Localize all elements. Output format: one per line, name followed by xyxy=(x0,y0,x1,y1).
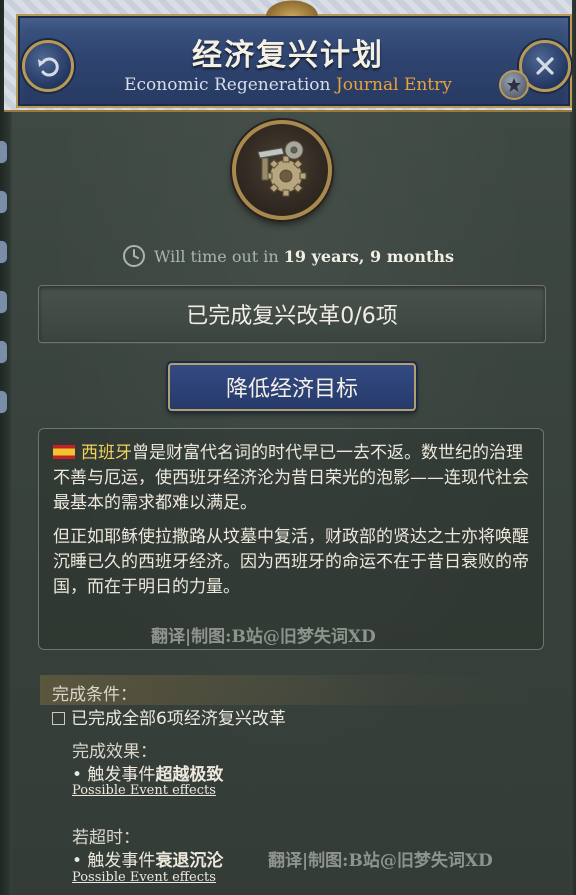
timeout-text: Will time out in 19 years, 9 months xyxy=(154,247,454,266)
close-icon xyxy=(536,57,554,75)
progress-status-bar[interactable]: 已完成复兴改革0/6项 xyxy=(38,285,546,343)
side-tab-marker[interactable] xyxy=(0,290,8,314)
clock-icon xyxy=(122,245,145,267)
timeout-effect-item: • 触发事件衰退沉沦 xyxy=(72,846,223,871)
completion-effects-header: 完成效果： xyxy=(72,742,157,762)
page-title: 经济复兴计划 xyxy=(192,38,384,73)
completion-requirement[interactable]: 已完成全部6项经济复兴改革 xyxy=(52,704,286,729)
possible-event-effects-link[interactable]: Possible Event effects xyxy=(72,783,216,798)
timeout-prefix: Will time out in xyxy=(153,246,284,266)
effect-line-text: • 触发事件 xyxy=(72,765,156,785)
crown-ornament-icon xyxy=(262,0,322,16)
back-arrow-icon xyxy=(38,57,59,77)
timeout-info: Will time out in 19 years, 9 months xyxy=(0,243,576,269)
requirement-text: 已完成全部6项经济复兴改革 xyxy=(71,709,286,729)
side-tab-marker[interactable] xyxy=(0,140,8,164)
gears-machinery-icon xyxy=(257,140,307,197)
effect-event-name[interactable]: 超越极致 xyxy=(155,765,223,785)
completion-header: 完成条件： xyxy=(52,685,137,705)
watermark-text-bottom: 翻译|制图:B站@旧梦失词XD xyxy=(268,851,493,871)
description-paragraph-2: 但正如耶稣使拉撒路从坟墓中复活，财政部的贤达之士亦将唤醒沉睡已久的西班牙经济。因… xyxy=(53,527,529,597)
completion-effect-item: • 触发事件超越极致 xyxy=(72,760,223,785)
timeout-possible-event-effects-link[interactable]: Possible Event effects xyxy=(72,870,216,885)
spain-flag-icon xyxy=(53,445,75,459)
timeout-effect-event-name[interactable]: 衰退沉沦 xyxy=(155,851,223,871)
left-frame-edge xyxy=(0,0,12,895)
description-box: 西班牙曾是财富代名词的时代早已一去不返。数世纪的治理不善与厄运，使西班牙经济沦为… xyxy=(38,428,544,650)
subtitle-accent: Journal Entry xyxy=(335,75,452,95)
timeout-effect-line-text: • 触发事件 xyxy=(72,851,156,871)
country-link[interactable]: 西班牙 xyxy=(81,443,132,463)
journal-emblem xyxy=(232,120,332,220)
side-tab-marker[interactable] xyxy=(0,340,8,364)
side-tab-marker[interactable] xyxy=(0,390,8,414)
lower-economic-target-button[interactable]: 降低经济目标 xyxy=(168,363,416,411)
journal-header: 经济复兴计划 Economic Regeneration Journal Ent… xyxy=(4,0,572,112)
star-icon xyxy=(507,78,521,92)
right-frame-edge xyxy=(570,0,576,895)
watermark-text: 翻译|制图:B站@旧梦失词XD xyxy=(151,627,376,647)
requirement-checkbox xyxy=(52,712,65,725)
timeout-effects-header: 若超时： xyxy=(72,828,140,848)
page-subtitle: Economic Regeneration Journal Entry xyxy=(4,75,572,95)
pin-button[interactable] xyxy=(499,70,529,100)
subtitle-main: Economic Regeneration xyxy=(124,75,336,95)
back-button[interactable] xyxy=(22,40,74,92)
timeout-value: 19 years, 9 months xyxy=(283,246,455,266)
action-button-label: 降低经济目标 xyxy=(225,377,358,402)
description-paragraph-1: 西班牙曾是财富代名词的时代早已一去不返。数世纪的治理不善与厄运，使西班牙经济沦为… xyxy=(53,441,529,516)
progress-text: 已完成复兴改革0/6项 xyxy=(186,304,398,329)
side-tab-marker[interactable] xyxy=(0,190,8,214)
